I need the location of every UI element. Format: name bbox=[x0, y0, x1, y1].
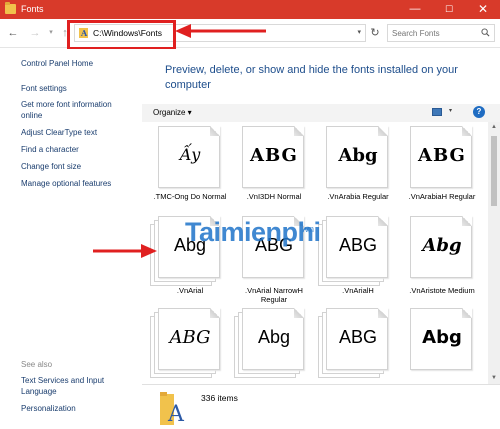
font-tile[interactable]: Abg .VnAristote Medium bbox=[400, 212, 484, 300]
vertical-scrollbar[interactable]: ▲ ▼ bbox=[488, 122, 500, 384]
font-file-icon: ABG bbox=[326, 216, 388, 278]
font-file-icon: Abg bbox=[326, 126, 388, 188]
left-pane: Control Panel Home Font settings Get mor… bbox=[0, 49, 142, 429]
window-title: Fonts bbox=[21, 4, 44, 14]
change-font-size-link[interactable]: Change font size bbox=[21, 162, 81, 173]
font-file-icon: Abg bbox=[410, 216, 472, 278]
scroll-up-icon[interactable]: ▲ bbox=[491, 124, 497, 130]
font-name: .VnArabiaH Regular bbox=[408, 192, 476, 201]
font-tile[interactable]: Abg bbox=[400, 304, 484, 384]
font-tile[interactable]: ABG .VnArialH bbox=[316, 212, 400, 300]
see-also-heading: See also bbox=[21, 360, 53, 369]
font-name: .VnArial NarrowH Regular bbox=[245, 286, 303, 304]
font-name: .VnArial bbox=[176, 286, 204, 295]
font-tile[interactable]: ABG bbox=[148, 304, 232, 384]
annotation-arrow-right-icon bbox=[93, 244, 157, 258]
minimize-button[interactable]: — bbox=[398, 0, 432, 19]
font-sample: Abg bbox=[257, 327, 291, 347]
font-grid: Ấy .TMC-Ong Do Normal ABG .VnI3DH Normal… bbox=[142, 122, 488, 384]
watermark-logo: Taimienphi bbox=[185, 217, 321, 247]
scroll-thumb[interactable] bbox=[491, 136, 497, 206]
font-sample: ABG bbox=[338, 235, 377, 255]
font-name: .VnArialH bbox=[342, 286, 374, 295]
manage-optional-features-link[interactable]: Manage optional features bbox=[21, 179, 111, 190]
view-chevron-down-icon[interactable]: ▾ bbox=[449, 107, 452, 114]
adjust-cleartype-link[interactable]: Adjust ClearType text bbox=[21, 128, 97, 139]
font-sample: Abg bbox=[422, 327, 462, 348]
font-file-icon: ABG bbox=[410, 126, 472, 188]
organize-button[interactable]: Organize ▾ bbox=[153, 108, 192, 117]
back-arrow-icon[interactable]: ← bbox=[6, 26, 20, 40]
font-tile[interactable]: ABG .VnArabiaH Regular bbox=[400, 122, 484, 210]
view-icon[interactable] bbox=[432, 108, 442, 116]
font-sample: ABG bbox=[338, 327, 377, 347]
font-sample: ABG bbox=[250, 145, 298, 166]
annotation-arrow-left-icon bbox=[175, 24, 266, 38]
font-file-icon: Abg bbox=[410, 308, 472, 370]
font-tile[interactable]: ABG .VnI3DH Normal bbox=[232, 122, 316, 210]
font-sample: Abg bbox=[338, 145, 378, 166]
fonts-folder-icon bbox=[5, 2, 16, 14]
control-panel-home-link[interactable]: Control Panel Home bbox=[21, 59, 93, 70]
font-name: .TMC-Ong Do Normal bbox=[153, 192, 227, 201]
details-pane: A 336 items bbox=[142, 384, 500, 429]
svg-text:A: A bbox=[167, 402, 185, 427]
font-tile[interactable]: Abg .VnArabia Regular bbox=[316, 122, 400, 210]
title-bar: Fonts — ☐ ✕ bbox=[0, 0, 500, 19]
font-sample: ABG bbox=[418, 145, 466, 166]
font-name: .VnAristote Medium bbox=[409, 286, 475, 295]
font-file-icon: ABG bbox=[158, 308, 220, 370]
font-file-icon: Abg bbox=[242, 308, 304, 370]
refresh-icon[interactable]: ↻ bbox=[369, 26, 381, 40]
search-icon bbox=[481, 28, 490, 37]
fonts-folder-large-icon: A bbox=[160, 392, 185, 427]
font-sample: Abg bbox=[422, 235, 462, 256]
forward-arrow-icon[interactable]: → bbox=[28, 26, 42, 40]
recent-locations-chevron-icon[interactable]: ▾ bbox=[44, 26, 58, 40]
font-file-icon: Ấy bbox=[158, 126, 220, 188]
page-heading: Preview, delete, or show and hide the fo… bbox=[165, 64, 458, 91]
font-name: .VnArabia Regular bbox=[327, 192, 389, 201]
search-box[interactable] bbox=[387, 24, 495, 42]
font-file-icon: ABG bbox=[326, 308, 388, 370]
font-settings-link[interactable]: Font settings bbox=[21, 84, 67, 95]
get-more-font-info-link[interactable]: Get more font information online bbox=[21, 100, 131, 121]
help-icon[interactable]: ? bbox=[473, 106, 485, 118]
command-toolbar: Organize ▾ ▾ ? bbox=[142, 104, 500, 122]
watermark-suffix: .vn bbox=[302, 224, 315, 234]
font-sample: Ấy bbox=[179, 145, 201, 164]
font-name: .VnI3DH Normal bbox=[246, 192, 302, 201]
maximize-button[interactable]: ☐ bbox=[432, 0, 466, 19]
annotation-highlight-box bbox=[67, 20, 176, 50]
personalization-link[interactable]: Personalization bbox=[21, 404, 76, 415]
item-count: 336 items bbox=[201, 393, 238, 403]
search-input[interactable] bbox=[392, 27, 478, 39]
scroll-down-icon[interactable]: ▼ bbox=[491, 375, 497, 381]
find-character-link[interactable]: Find a character bbox=[21, 145, 79, 156]
font-file-icon: ABG bbox=[242, 126, 304, 188]
close-button[interactable]: ✕ bbox=[466, 0, 500, 19]
font-tile[interactable]: Abg bbox=[232, 304, 316, 384]
chevron-down-icon[interactable]: ▾ bbox=[357, 28, 361, 36]
font-tile[interactable]: ABG bbox=[316, 304, 400, 384]
text-services-link[interactable]: Text Services and Input Language bbox=[21, 376, 121, 397]
font-sample: ABG bbox=[169, 327, 211, 348]
font-tile[interactable]: Ấy .TMC-Ong Do Normal bbox=[148, 122, 232, 210]
